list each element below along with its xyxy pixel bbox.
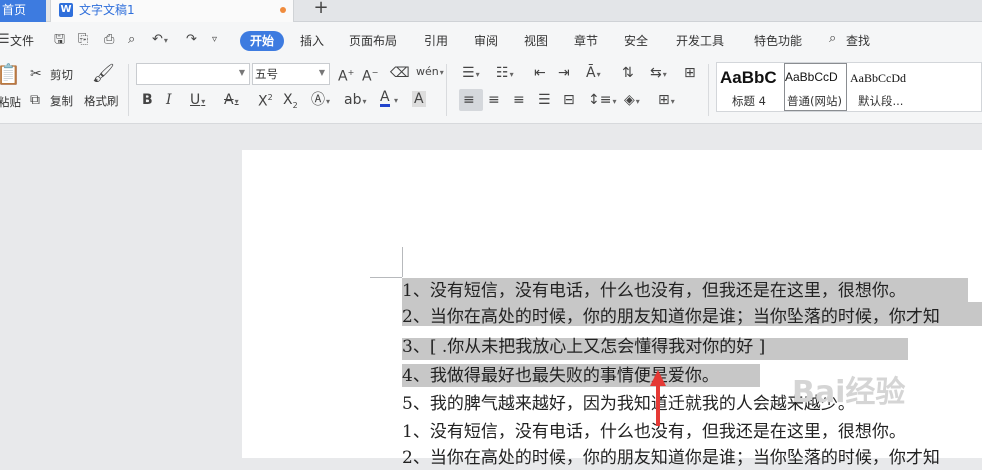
line-spacing-icon[interactable]: ↕≡▾ bbox=[588, 92, 616, 110]
chevron-down-icon: ▼ bbox=[318, 68, 325, 77]
document-line[interactable]: 2、当你在高处的时候，你的朋友知道你是谁；当你坠落的时候，你才知 bbox=[402, 305, 940, 329]
scissors-icon[interactable]: ✂ bbox=[30, 66, 42, 82]
increase-indent-icon[interactable]: ⇥ bbox=[558, 65, 570, 81]
export-pdf-icon[interactable]: ⎘ bbox=[78, 32, 88, 48]
justify-icon[interactable]: ☰ bbox=[538, 92, 551, 108]
style-heading-4-sample: AaBbC bbox=[720, 68, 777, 87]
chinese-layout-icon[interactable]: Ā▾ bbox=[586, 65, 601, 83]
ribbon-separator bbox=[128, 64, 129, 116]
format-painter-icon[interactable]: 🖌 bbox=[92, 65, 115, 83]
bold-icon[interactable]: B bbox=[142, 92, 153, 108]
style-default-paragraph-label: 默认段... bbox=[858, 94, 904, 108]
clear-formatting-eraser-icon[interactable]: ⌫ bbox=[390, 65, 410, 81]
style-heading-4[interactable]: AaBbC 标题 4 bbox=[718, 64, 782, 110]
italic-icon[interactable]: I bbox=[166, 92, 172, 108]
copy-icon[interactable]: ⧉ bbox=[30, 92, 40, 108]
hamburger-menu-icon[interactable]: ☰ bbox=[0, 32, 10, 48]
font-size-select[interactable]: 五号 ▼ bbox=[252, 63, 330, 85]
style-normal-web-label: 普通(网站) bbox=[787, 94, 842, 108]
tab-home[interactable]: 首页 bbox=[0, 0, 46, 22]
shading-fill-icon[interactable]: ◈▾ bbox=[624, 92, 640, 110]
subscript-icon[interactable]: X2 bbox=[283, 92, 298, 114]
new-tab-plus-icon[interactable]: + bbox=[312, 0, 330, 19]
ribbon-separator bbox=[708, 64, 709, 116]
redo-icon[interactable]: ↷ bbox=[186, 32, 197, 48]
menu-section[interactable]: 章节 bbox=[574, 33, 598, 49]
ribbon-separator bbox=[446, 64, 447, 116]
distributed-align-icon[interactable]: ⊟ bbox=[563, 92, 575, 108]
copy-button[interactable]: 复制 bbox=[50, 94, 73, 108]
print-preview-icon[interactable]: ⌕ bbox=[128, 32, 135, 48]
text-effect-icon[interactable]: Ⓐ▾ bbox=[311, 92, 330, 110]
menu-developer-tools[interactable]: 开发工具 bbox=[676, 33, 724, 49]
menu-view[interactable]: 视图 bbox=[524, 33, 548, 49]
margin-crop-mark bbox=[402, 247, 403, 277]
menu-start[interactable]: 开始 bbox=[240, 31, 284, 51]
align-center-icon[interactable]: ≡ bbox=[488, 92, 500, 108]
menu-security[interactable]: 安全 bbox=[624, 33, 648, 49]
style-default-paragraph-sample: AaBbCcDd bbox=[850, 71, 906, 85]
chevron-down-icon: ▼ bbox=[238, 68, 245, 77]
style-heading-4-label: 标题 4 bbox=[732, 94, 766, 108]
font-name-select[interactable]: ▼ bbox=[136, 63, 250, 85]
cut-button[interactable]: 剪切 bbox=[50, 68, 73, 82]
undo-icon[interactable]: ↶▾ bbox=[152, 32, 168, 49]
document-line[interactable]: 5、我的脾气越来越好，因为我知道迁就我的人会越来越少。 bbox=[402, 392, 855, 416]
style-normal-web[interactable]: AaBbCcD 普通(网站) bbox=[785, 64, 847, 110]
document-line[interactable]: 1、没有短信，没有电话，什么也没有，但我还是在这里，很想你。 bbox=[402, 279, 906, 303]
decrease-font-size-icon[interactable]: A− bbox=[362, 65, 378, 85]
menu-file[interactable]: 文件 bbox=[10, 33, 34, 49]
navigation-pane-icon[interactable]: ⊞ bbox=[684, 65, 696, 81]
phonetic-guide-icon[interactable]: wén▾ bbox=[416, 64, 444, 81]
customize-toolbar-icon[interactable]: ▿ bbox=[212, 32, 217, 48]
margin-crop-mark bbox=[370, 277, 402, 278]
writer-doc-icon: W bbox=[59, 3, 73, 17]
save-icon[interactable]: 🖫 bbox=[54, 32, 65, 48]
style-normal-web-sample: AaBbCcD bbox=[785, 70, 838, 84]
numbered-list-icon[interactable]: ☷▾ bbox=[496, 65, 514, 83]
unsaved-indicator bbox=[280, 7, 286, 13]
paste-label[interactable]: 粘贴 bbox=[0, 95, 21, 109]
print-icon[interactable]: ⎙ bbox=[104, 32, 114, 48]
menu-bar: ☰ 文件 🖫 ⎘ ⎙ ⌕ ↶▾ ↷ ▿ 开始 插入 页面布局 引用 审阅 视图 … bbox=[0, 22, 982, 60]
menu-page-layout[interactable]: 页面布局 bbox=[349, 33, 397, 49]
paste-icon[interactable]: 📋 bbox=[0, 64, 21, 84]
document-line[interactable]: 4、我做得最好也最失败的事情便是爱你。 bbox=[402, 364, 719, 388]
tab-document-title: 文字文稿1 bbox=[79, 3, 135, 17]
menu-special-features[interactable]: 特色功能 bbox=[754, 33, 802, 49]
align-left-icon: ≡ bbox=[463, 92, 475, 108]
borders-icon[interactable]: ⊞▾ bbox=[658, 92, 675, 110]
style-default-paragraph[interactable]: AaBbCcDd 默认段... bbox=[850, 64, 922, 110]
decrease-indent-icon[interactable]: ⇤ bbox=[534, 65, 546, 81]
format-painter-button[interactable]: 格式刷 bbox=[84, 94, 119, 108]
search-icon[interactable]: ⌕ bbox=[829, 31, 836, 47]
highlight-color-icon[interactable]: ab▾ bbox=[344, 92, 366, 110]
font-size-value: 五号 bbox=[255, 67, 278, 81]
document-line[interactable]: 3、[ .你从未把我放心上又怎会懂得我对你的好 ] bbox=[402, 335, 765, 359]
menu-references[interactable]: 引用 bbox=[424, 33, 448, 49]
font-color-icon[interactable]: A bbox=[380, 90, 390, 107]
underline-icon[interactable]: U▾ bbox=[190, 92, 205, 110]
bullet-list-icon[interactable]: ☰▾ bbox=[462, 65, 480, 83]
baidu-jingyan-watermark: Bai经验 bbox=[792, 375, 906, 410]
chevron-down-icon[interactable]: ▾ bbox=[394, 96, 398, 105]
menu-review[interactable]: 审阅 bbox=[474, 33, 498, 49]
superscript-icon[interactable]: X2 bbox=[258, 90, 273, 110]
document-line[interactable]: 2、当你在高处的时候，你的朋友知道你是谁；当你坠落的时候，你才知 bbox=[402, 446, 940, 470]
menu-search[interactable]: 查找 bbox=[846, 33, 870, 49]
red-arrow-annotation-icon bbox=[650, 370, 666, 426]
menu-insert[interactable]: 插入 bbox=[300, 33, 324, 49]
strikethrough-icon[interactable]: A▾ bbox=[224, 92, 239, 110]
increase-font-size-icon[interactable]: A+ bbox=[338, 65, 354, 85]
sort-icon[interactable]: ⇅ bbox=[622, 65, 634, 81]
align-right-icon[interactable]: ≡ bbox=[513, 92, 525, 108]
tab-document[interactable]: W 文字文稿1 bbox=[50, 0, 294, 22]
character-shading-icon[interactable]: A bbox=[412, 91, 426, 107]
show-hide-marks-icon[interactable]: ⇆▾ bbox=[650, 65, 667, 83]
